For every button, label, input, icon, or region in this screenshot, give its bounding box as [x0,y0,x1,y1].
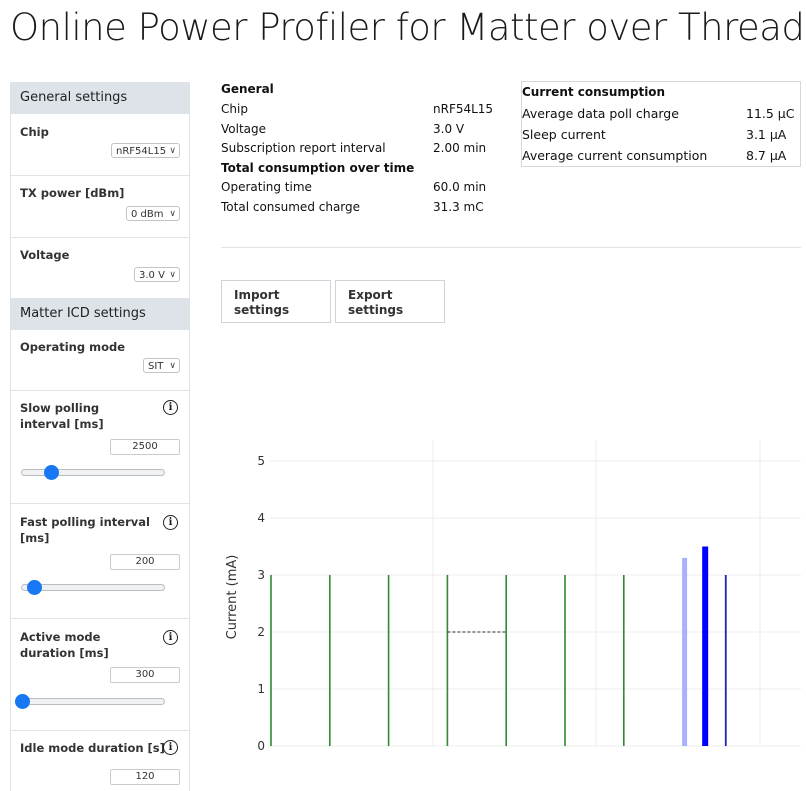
data-poll-charge-value: 11.5 µC [746,106,795,121]
chip-select[interactable]: nRF54L15 ∨ [111,143,180,158]
info-icon[interactable]: i [163,515,178,530]
operating-mode-select[interactable]: SIT ∨ [143,358,180,373]
sleep-current-value: 3.1 µA [746,127,787,142]
y-tick-label: 5 [257,454,265,468]
y-tick-label: 2 [257,625,265,639]
slow-polling-slider[interactable] [21,465,165,480]
current-consumption-header: Current consumption [522,85,666,99]
y-tick-label: 4 [257,511,265,525]
export-settings-label: Export settings [348,288,404,317]
export-settings-button[interactable]: Export settings [335,280,445,323]
avg-current-label: Average current consumption [522,148,708,163]
chevron-down-icon: ∨ [169,209,176,219]
subscription-row-value: 2.00 min [433,141,487,155]
info-icon[interactable]: i [163,400,178,415]
y-tick-label: 3 [257,568,265,582]
page-title: Online Power Profiler for Matter over Th… [10,6,805,49]
idle-mode-setting: Idle mode duration [s] i 120 [11,731,189,791]
tx-power-select[interactable]: 0 dBm ∨ [126,206,180,221]
fast-polling-input[interactable]: 200 [110,554,180,570]
active-mode-slider-thumb[interactable] [15,694,30,709]
tx-power-setting: TX power [dBm] 0 dBm ∨ [11,176,189,238]
import-settings-label: Import settings [234,288,290,317]
voltage-select[interactable]: 3.0 V ∨ [134,267,180,282]
tx-power-label: TX power [dBm] [20,186,125,200]
operating-time-label: Operating time [221,180,312,194]
operating-mode-select-value: SIT [148,361,164,372]
general-summary: General Chip nRF54L15 Voltage 3.0 V Subs… [221,82,511,222]
chip-label: Chip [20,125,49,139]
voltage-label: Voltage [20,248,70,262]
slow-polling-setting: Slow polling interval [ms] i 2500 [11,391,189,504]
slow-polling-label: Slow polling interval [ms] [20,401,104,431]
section-divider [221,247,801,248]
general-header: General [221,82,274,96]
y-tick-label: 0 [257,739,265,753]
report-bar [702,546,709,746]
avg-current-value: 8.7 µA [746,148,787,163]
tx-power-select-value: 0 dBm [131,209,164,220]
fast-polling-label: Fast polling interval [ms] [20,515,150,545]
y-axis-label: Current (mA) [225,555,240,640]
current-consumption-box: Current consumption Average data poll ch… [521,81,801,167]
active-mode-input[interactable]: 300 [110,667,180,683]
fast-polling-slider[interactable] [21,580,165,595]
y-tick-label: 1 [257,682,265,696]
sleep-current-label: Sleep current [522,127,606,142]
chip-row-value: nRF54L15 [433,102,494,116]
data-poll-charge-label: Average data poll charge [522,106,679,121]
info-icon[interactable]: i [163,740,178,755]
chevron-down-icon: ∨ [169,361,176,371]
total-charge-value: 31.3 mC [433,200,484,214]
voltage-setting: Voltage 3.0 V ∨ [11,238,189,298]
operating-mode-setting: Operating mode SIT ∨ [11,330,189,391]
operating-time-value: 60.0 min [433,180,487,194]
idle-mode-input[interactable]: 120 [110,769,180,785]
total-consumption-header: Total consumption over time [221,161,415,175]
chip-select-value: nRF54L15 [116,146,167,157]
voltage-row-value: 3.0 V [433,122,465,136]
fast-polling-slider-thumb[interactable] [26,580,42,595]
report-bar [724,575,727,746]
fast-polling-setting: Fast polling interval [ms] i 200 [11,504,189,619]
operating-mode-label: Operating mode [20,340,126,354]
voltage-select-value: 3.0 V [139,270,165,281]
active-mode-label: Active mode duration [ms] [20,630,109,660]
slow-polling-slider-thumb[interactable] [43,465,59,480]
settings-sidebar: General settings Chip nRF54L15 ∨ TX powe… [10,82,190,791]
matter-icd-settings-header: Matter ICD settings [11,298,189,330]
active-mode-setting: Active mode duration [ms] i 300 [11,619,189,731]
total-charge-label: Total consumed charge [221,200,361,214]
import-settings-button[interactable]: Import settings [221,280,331,323]
report-bar [682,557,688,746]
slow-polling-input[interactable]: 2500 [110,439,180,455]
chevron-down-icon: ∨ [169,146,176,156]
chip-setting: Chip nRF54L15 ∨ [11,114,189,176]
info-icon[interactable]: i [163,630,178,645]
active-mode-slider[interactable] [15,694,165,709]
chip-row-label: Chip [221,102,248,116]
chevron-down-icon: ∨ [169,270,176,280]
subscription-row-label: Subscription report interval [221,141,386,155]
voltage-row-label: Voltage [221,122,267,136]
general-settings-header: General settings [11,82,189,114]
idle-mode-label: Idle mode duration [s] [20,741,165,755]
